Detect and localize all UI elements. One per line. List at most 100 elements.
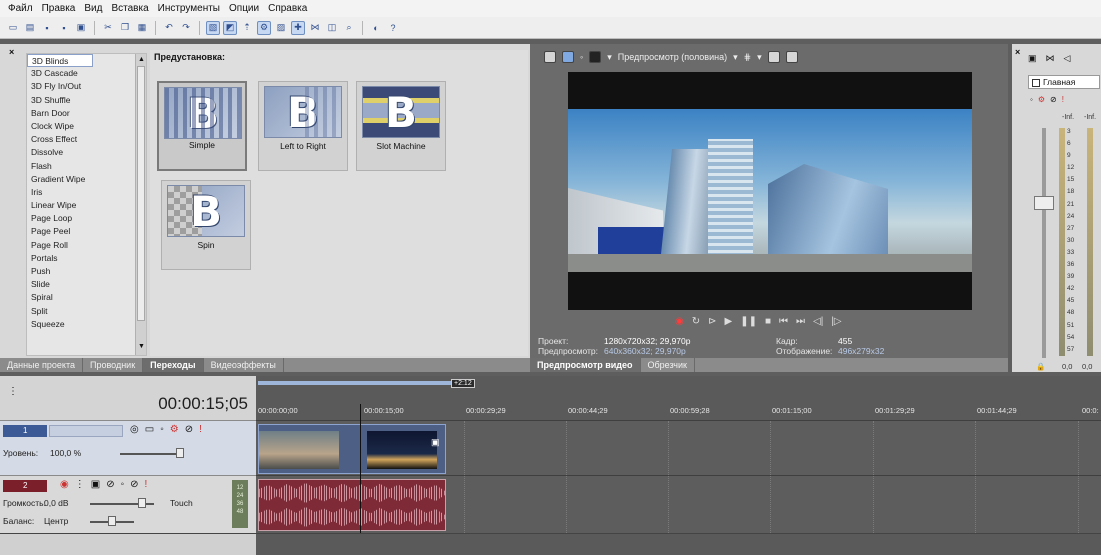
list-item[interactable]: Linear Wipe bbox=[27, 199, 146, 212]
automation-mode-dropdown[interactable]: Touch bbox=[170, 498, 193, 508]
mute-icon[interactable]: ⊘ bbox=[130, 479, 138, 490]
paste-icon[interactable]: ▦ bbox=[135, 21, 149, 35]
list-item[interactable]: Gradient Wipe bbox=[27, 173, 146, 186]
list-item[interactable]: Slide bbox=[27, 278, 146, 291]
list-scrollbar[interactable]: ▲ ▼ bbox=[135, 54, 146, 355]
snapping-icon[interactable]: ✚ bbox=[291, 20, 305, 35]
menu-tools[interactable]: Инструменты bbox=[158, 3, 220, 14]
properties-icon[interactable] bbox=[544, 51, 556, 63]
save-snapshot-icon[interactable] bbox=[785, 51, 798, 63]
input-monitor-icon[interactable]: ▣ bbox=[91, 479, 100, 490]
envelope-tool-icon[interactable]: ⇡ bbox=[240, 21, 254, 35]
go-to-start-icon[interactable]: ⏮ bbox=[779, 316, 788, 327]
arm-record-icon[interactable]: ◉ bbox=[60, 479, 69, 490]
cut-icon[interactable]: ✂ bbox=[101, 21, 115, 35]
volume-slider-knob[interactable] bbox=[138, 498, 146, 508]
scroll-up-icon[interactable]: ▲ bbox=[137, 56, 146, 66]
split-screen-icon[interactable]: ◦ bbox=[580, 52, 583, 62]
crossfade-icon[interactable]: ⋈ bbox=[308, 21, 322, 35]
compositing-icon[interactable]: ◎ bbox=[130, 424, 139, 435]
help-icon[interactable]: ? bbox=[386, 21, 400, 35]
preset-spin[interactable]: B Spin bbox=[161, 180, 251, 270]
chevron-down-icon[interactable]: ▾ bbox=[733, 52, 738, 63]
video-clip[interactable]: ▣ bbox=[258, 424, 446, 474]
preview-quality-dropdown[interactable]: Предпросмотр (половина) bbox=[618, 52, 727, 62]
copy-snapshot-icon[interactable] bbox=[767, 51, 780, 63]
grid-icon[interactable]: ⋕ bbox=[744, 52, 752, 63]
lock-envelopes-icon[interactable]: ▨ bbox=[274, 21, 288, 35]
list-item[interactable]: 3D Fly In/Out bbox=[27, 80, 146, 93]
insert-fx-icon[interactable]: ◦ bbox=[1030, 95, 1033, 104]
video-track-header[interactable]: 1 ◎ ▭ ◦ ⚙ ⊘ ! Уровень: 100,0 % bbox=[0, 420, 256, 475]
chevron-down-icon[interactable]: ▾ bbox=[757, 52, 762, 63]
stop-icon[interactable]: ■ bbox=[765, 316, 771, 327]
audio-track-header[interactable]: 2 ◉ ⋮ ▣ ⊘ ◦ ⊘ ! Громкость: 0,0 dB Touch … bbox=[0, 475, 256, 533]
preset-left-to-right[interactable]: B Left to Right bbox=[258, 81, 348, 171]
speaker-icon[interactable]: ◁ bbox=[1064, 53, 1071, 64]
tab-project-media[interactable]: Данные проекта bbox=[0, 358, 83, 372]
eraser-icon[interactable]: ◐ bbox=[369, 21, 383, 35]
play-icon[interactable]: ▶ bbox=[725, 316, 733, 327]
loop-region-bar[interactable] bbox=[258, 381, 468, 385]
redo-icon[interactable]: ↷ bbox=[179, 21, 193, 35]
prev-frame-icon[interactable]: ◁| bbox=[813, 316, 823, 327]
copy-icon[interactable]: ❐ bbox=[118, 21, 132, 35]
render-icon[interactable]: ▧ bbox=[206, 20, 220, 35]
list-item[interactable]: Split bbox=[27, 305, 146, 318]
solo-icon[interactable]: ! bbox=[199, 424, 202, 435]
tab-video-preview[interactable]: Предпросмотр видео bbox=[530, 358, 641, 372]
grip-icon[interactable]: ⋮ bbox=[8, 386, 18, 397]
list-item[interactable]: 3D Shuffle bbox=[27, 94, 146, 107]
scroll-thumb[interactable] bbox=[137, 66, 145, 321]
external-monitor-icon[interactable] bbox=[562, 51, 574, 63]
time-ruler[interactable]: +2:12 00:00:00;00 00:00:15;00 00:00:29;2… bbox=[256, 376, 1101, 420]
properties-icon[interactable]: ▣ bbox=[74, 21, 88, 35]
save-icon[interactable]: ▪ bbox=[40, 21, 54, 35]
master-fader[interactable] bbox=[1034, 196, 1054, 210]
scroll-down-icon[interactable]: ▼ bbox=[137, 343, 146, 353]
record-icon[interactable]: ◉ bbox=[675, 316, 684, 327]
undo-icon[interactable]: ↶ bbox=[162, 21, 176, 35]
level-slider-knob[interactable] bbox=[176, 448, 184, 458]
panel-grip[interactable]: × bbox=[0, 44, 20, 344]
properties-icon[interactable]: ▣ bbox=[1028, 53, 1037, 64]
loop-icon[interactable]: ↻ bbox=[692, 316, 700, 327]
list-item[interactable]: Cross Effect bbox=[27, 133, 146, 146]
list-item[interactable]: Barn Door bbox=[27, 107, 146, 120]
menu-edit[interactable]: Правка bbox=[42, 3, 76, 14]
list-item[interactable]: 3D Cascade bbox=[27, 67, 146, 80]
list-item[interactable]: 3D Blinds bbox=[27, 54, 93, 68]
search-icon[interactable]: ⌕ bbox=[342, 21, 356, 35]
pan-slider-knob[interactable] bbox=[108, 516, 116, 526]
new-project-icon[interactable]: ▭ bbox=[6, 21, 20, 35]
menu-options[interactable]: Опции bbox=[229, 3, 259, 14]
list-item[interactable]: Spiral bbox=[27, 291, 146, 304]
fx-icon[interactable]: ◦ bbox=[160, 424, 164, 435]
tab-video-fx[interactable]: Видеоэффекты bbox=[204, 358, 284, 372]
audio-track-lane[interactable] bbox=[256, 475, 1101, 533]
menu-view[interactable]: Вид bbox=[84, 3, 102, 14]
zoom-icon[interactable]: ◫ bbox=[325, 21, 339, 35]
transition-icon[interactable]: ▣ bbox=[431, 437, 440, 448]
menu-help[interactable]: Справка bbox=[268, 3, 307, 14]
list-item[interactable]: Clock Wipe bbox=[27, 120, 146, 133]
list-item[interactable]: Dissolve bbox=[27, 146, 146, 159]
motion-icon[interactable]: ▭ bbox=[145, 424, 154, 435]
go-to-end-icon[interactable]: ⏭ bbox=[796, 316, 805, 327]
level-slider[interactable] bbox=[120, 453, 182, 455]
list-item[interactable]: Portals bbox=[27, 252, 146, 265]
video-track-lane[interactable]: ▣ bbox=[256, 420, 1101, 475]
auto-ripple-icon[interactable]: ⚙ bbox=[257, 20, 271, 35]
close-icon[interactable]: × bbox=[9, 47, 14, 57]
menu-insert[interactable]: Вставка bbox=[111, 3, 148, 14]
save-as-icon[interactable]: ▪ bbox=[57, 21, 71, 35]
next-frame-icon[interactable]: |▷ bbox=[831, 316, 841, 327]
fx-chain-icon[interactable]: ⚙ bbox=[170, 424, 179, 435]
overlay-icon[interactable] bbox=[589, 51, 602, 63]
timecode-display[interactable]: 00:00:15;05 bbox=[158, 394, 248, 414]
solo-icon[interactable]: ! bbox=[145, 479, 148, 490]
menu-file[interactable]: Файл bbox=[8, 3, 33, 14]
track-name-field[interactable] bbox=[49, 425, 123, 437]
close-icon[interactable]: × bbox=[1015, 47, 1020, 57]
list-item[interactable]: Flash bbox=[27, 160, 146, 173]
